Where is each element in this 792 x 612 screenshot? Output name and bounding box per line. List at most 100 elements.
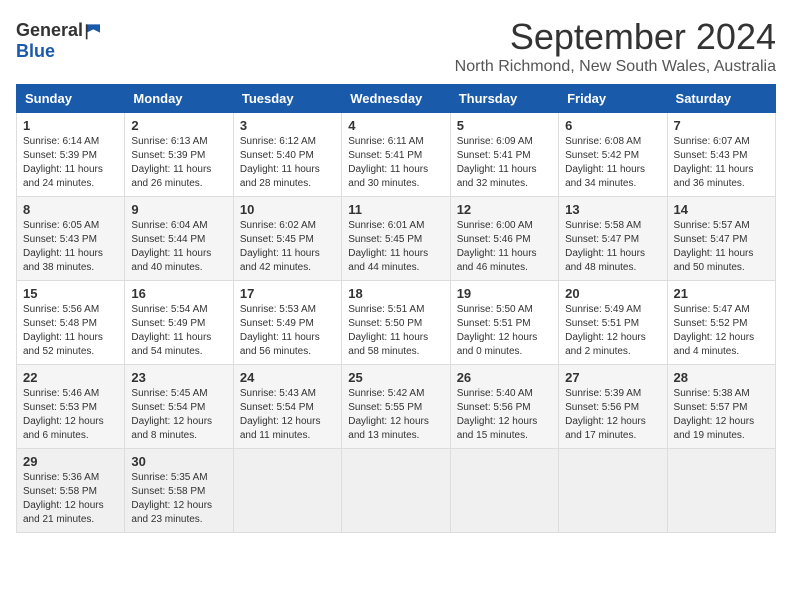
location-subtitle: North Richmond, New South Wales, Austral… xyxy=(455,58,776,76)
day-info: Sunrise: 6:13 AM Sunset: 5:39 PM Dayligh… xyxy=(131,135,226,191)
title-section: September 2024 North Richmond, New South… xyxy=(455,16,776,76)
day-number: 5 xyxy=(457,118,552,133)
day-info: Sunrise: 6:01 AM Sunset: 5:45 PM Dayligh… xyxy=(348,219,443,275)
calendar-header-saturday: Saturday xyxy=(667,85,775,113)
calendar-header-monday: Monday xyxy=(125,85,233,113)
day-info: Sunrise: 5:40 AM Sunset: 5:56 PM Dayligh… xyxy=(457,387,552,443)
calendar-cell xyxy=(559,449,667,533)
day-number: 23 xyxy=(131,370,226,385)
calendar-cell: 16 Sunrise: 5:54 AM Sunset: 5:49 PM Dayli… xyxy=(125,281,233,365)
day-number: 24 xyxy=(240,370,335,385)
day-number: 22 xyxy=(23,370,118,385)
day-number: 2 xyxy=(131,118,226,133)
day-number: 30 xyxy=(131,454,226,469)
calendar-cell: 27 Sunrise: 5:39 AM Sunset: 5:56 PM Dayli… xyxy=(559,365,667,449)
day-info: Sunrise: 6:11 AM Sunset: 5:41 PM Dayligh… xyxy=(348,135,443,191)
day-info: Sunrise: 5:46 AM Sunset: 5:53 PM Dayligh… xyxy=(23,387,118,443)
calendar-cell: 1Sunrise: 6:14 AM Sunset: 5:39 PM Daylig… xyxy=(17,113,125,197)
day-number: 16 xyxy=(131,286,226,301)
day-number: 21 xyxy=(674,286,769,301)
calendar-header-friday: Friday xyxy=(559,85,667,113)
calendar-cell: 14 Sunrise: 5:57 AM Sunset: 5:47 PM Dayli… xyxy=(667,197,775,281)
day-number: 10 xyxy=(240,202,335,217)
calendar-cell: 15 Sunrise: 5:56 AM Sunset: 5:48 PM Dayli… xyxy=(17,281,125,365)
day-info: Sunrise: 5:54 AM Sunset: 5:49 PM Dayligh… xyxy=(131,303,226,359)
day-info: Sunrise: 5:45 AM Sunset: 5:54 PM Dayligh… xyxy=(131,387,226,443)
calendar-cell: 2 Sunrise: 6:13 AM Sunset: 5:39 PM Daylig… xyxy=(125,113,233,197)
calendar-cell: 13Sunrise: 5:58 AM Sunset: 5:47 PM Dayli… xyxy=(559,197,667,281)
day-number: 14 xyxy=(674,202,769,217)
day-info: Sunrise: 5:36 AM Sunset: 5:58 PM Dayligh… xyxy=(23,471,118,527)
calendar-cell xyxy=(450,449,558,533)
logo-general-text: General xyxy=(16,20,83,41)
calendar-week-row-5: 29 Sunrise: 5:36 AM Sunset: 5:58 PM Dayli… xyxy=(17,449,776,533)
calendar-cell: 3Sunrise: 6:12 AM Sunset: 5:40 PM Daylig… xyxy=(233,113,341,197)
day-info: Sunrise: 6:14 AM Sunset: 5:39 PM Dayligh… xyxy=(23,135,118,191)
calendar-cell: 21 Sunrise: 5:47 AM Sunset: 5:52 PM Dayli… xyxy=(667,281,775,365)
logo-flag-icon xyxy=(85,21,105,41)
calendar-cell: 4 Sunrise: 6:11 AM Sunset: 5:41 PM Daylig… xyxy=(342,113,450,197)
day-number: 25 xyxy=(348,370,443,385)
calendar-cell: 9 Sunrise: 6:04 AM Sunset: 5:44 PM Daylig… xyxy=(125,197,233,281)
day-info: Sunrise: 5:51 AM Sunset: 5:50 PM Dayligh… xyxy=(348,303,443,359)
day-info: Sunrise: 6:05 AM Sunset: 5:43 PM Dayligh… xyxy=(23,219,118,275)
calendar-cell: 23 Sunrise: 5:45 AM Sunset: 5:54 PM Dayli… xyxy=(125,365,233,449)
calendar-cell: 18Sunrise: 5:51 AM Sunset: 5:50 PM Dayli… xyxy=(342,281,450,365)
day-info: Sunrise: 6:12 AM Sunset: 5:40 PM Dayligh… xyxy=(240,135,335,191)
day-info: Sunrise: 6:04 AM Sunset: 5:44 PM Dayligh… xyxy=(131,219,226,275)
calendar-cell: 11Sunrise: 6:01 AM Sunset: 5:45 PM Dayli… xyxy=(342,197,450,281)
day-info: Sunrise: 5:49 AM Sunset: 5:51 PM Dayligh… xyxy=(565,303,660,359)
calendar-cell: 19Sunrise: 5:50 AM Sunset: 5:51 PM Dayli… xyxy=(450,281,558,365)
calendar-cell: 25Sunrise: 5:42 AM Sunset: 5:55 PM Dayli… xyxy=(342,365,450,449)
header: General Blue September 2024 North Richmo… xyxy=(16,16,776,76)
day-number: 12 xyxy=(457,202,552,217)
day-number: 7 xyxy=(674,118,769,133)
day-info: Sunrise: 5:39 AM Sunset: 5:56 PM Dayligh… xyxy=(565,387,660,443)
calendar-cell: 20 Sunrise: 5:49 AM Sunset: 5:51 PM Dayli… xyxy=(559,281,667,365)
day-info: Sunrise: 5:57 AM Sunset: 5:47 PM Dayligh… xyxy=(674,219,769,275)
day-info: Sunrise: 5:43 AM Sunset: 5:54 PM Dayligh… xyxy=(240,387,335,443)
day-number: 8 xyxy=(23,202,118,217)
day-info: Sunrise: 6:08 AM Sunset: 5:42 PM Dayligh… xyxy=(565,135,660,191)
calendar-cell xyxy=(233,449,341,533)
calendar-week-row-2: 8 Sunrise: 6:05 AM Sunset: 5:43 PM Daylig… xyxy=(17,197,776,281)
calendar-cell: 7 Sunrise: 6:07 AM Sunset: 5:43 PM Daylig… xyxy=(667,113,775,197)
calendar-week-row-4: 22 Sunrise: 5:46 AM Sunset: 5:53 PM Dayli… xyxy=(17,365,776,449)
month-year-title: September 2024 xyxy=(455,16,776,58)
day-number: 6 xyxy=(565,118,660,133)
calendar-header-wednesday: Wednesday xyxy=(342,85,450,113)
day-number: 29 xyxy=(23,454,118,469)
day-info: Sunrise: 6:02 AM Sunset: 5:45 PM Dayligh… xyxy=(240,219,335,275)
calendar-cell: 5 Sunrise: 6:09 AM Sunset: 5:41 PM Daylig… xyxy=(450,113,558,197)
day-info: Sunrise: 6:00 AM Sunset: 5:46 PM Dayligh… xyxy=(457,219,552,275)
calendar-header-sunday: Sunday xyxy=(17,85,125,113)
day-info: Sunrise: 5:38 AM Sunset: 5:57 PM Dayligh… xyxy=(674,387,769,443)
day-number: 20 xyxy=(565,286,660,301)
calendar-cell: 30 Sunrise: 5:35 AM Sunset: 5:58 PM Dayli… xyxy=(125,449,233,533)
day-number: 17 xyxy=(240,286,335,301)
day-number: 19 xyxy=(457,286,552,301)
calendar-header-row: SundayMondayTuesdayWednesdayThursdayFrid… xyxy=(17,85,776,113)
calendar-cell: 28 Sunrise: 5:38 AM Sunset: 5:57 PM Dayli… xyxy=(667,365,775,449)
calendar-cell: 29 Sunrise: 5:36 AM Sunset: 5:58 PM Dayli… xyxy=(17,449,125,533)
day-number: 28 xyxy=(674,370,769,385)
day-number: 27 xyxy=(565,370,660,385)
day-info: Sunrise: 6:09 AM Sunset: 5:41 PM Dayligh… xyxy=(457,135,552,191)
calendar-table: SundayMondayTuesdayWednesdayThursdayFrid… xyxy=(16,84,776,533)
calendar-cell: 22 Sunrise: 5:46 AM Sunset: 5:53 PM Dayli… xyxy=(17,365,125,449)
day-info: Sunrise: 6:07 AM Sunset: 5:43 PM Dayligh… xyxy=(674,135,769,191)
day-info: Sunrise: 5:53 AM Sunset: 5:49 PM Dayligh… xyxy=(240,303,335,359)
calendar-cell: 8 Sunrise: 6:05 AM Sunset: 5:43 PM Daylig… xyxy=(17,197,125,281)
day-number: 4 xyxy=(348,118,443,133)
day-number: 15 xyxy=(23,286,118,301)
calendar-header-tuesday: Tuesday xyxy=(233,85,341,113)
day-number: 9 xyxy=(131,202,226,217)
day-info: Sunrise: 5:47 AM Sunset: 5:52 PM Dayligh… xyxy=(674,303,769,359)
day-info: Sunrise: 5:35 AM Sunset: 5:58 PM Dayligh… xyxy=(131,471,226,527)
day-info: Sunrise: 5:56 AM Sunset: 5:48 PM Dayligh… xyxy=(23,303,118,359)
day-number: 26 xyxy=(457,370,552,385)
calendar-cell: 26 Sunrise: 5:40 AM Sunset: 5:56 PM Dayli… xyxy=(450,365,558,449)
calendar-cell: 10 Sunrise: 6:02 AM Sunset: 5:45 PM Dayli… xyxy=(233,197,341,281)
calendar-cell xyxy=(667,449,775,533)
calendar-cell: 12 Sunrise: 6:00 AM Sunset: 5:46 PM Dayli… xyxy=(450,197,558,281)
